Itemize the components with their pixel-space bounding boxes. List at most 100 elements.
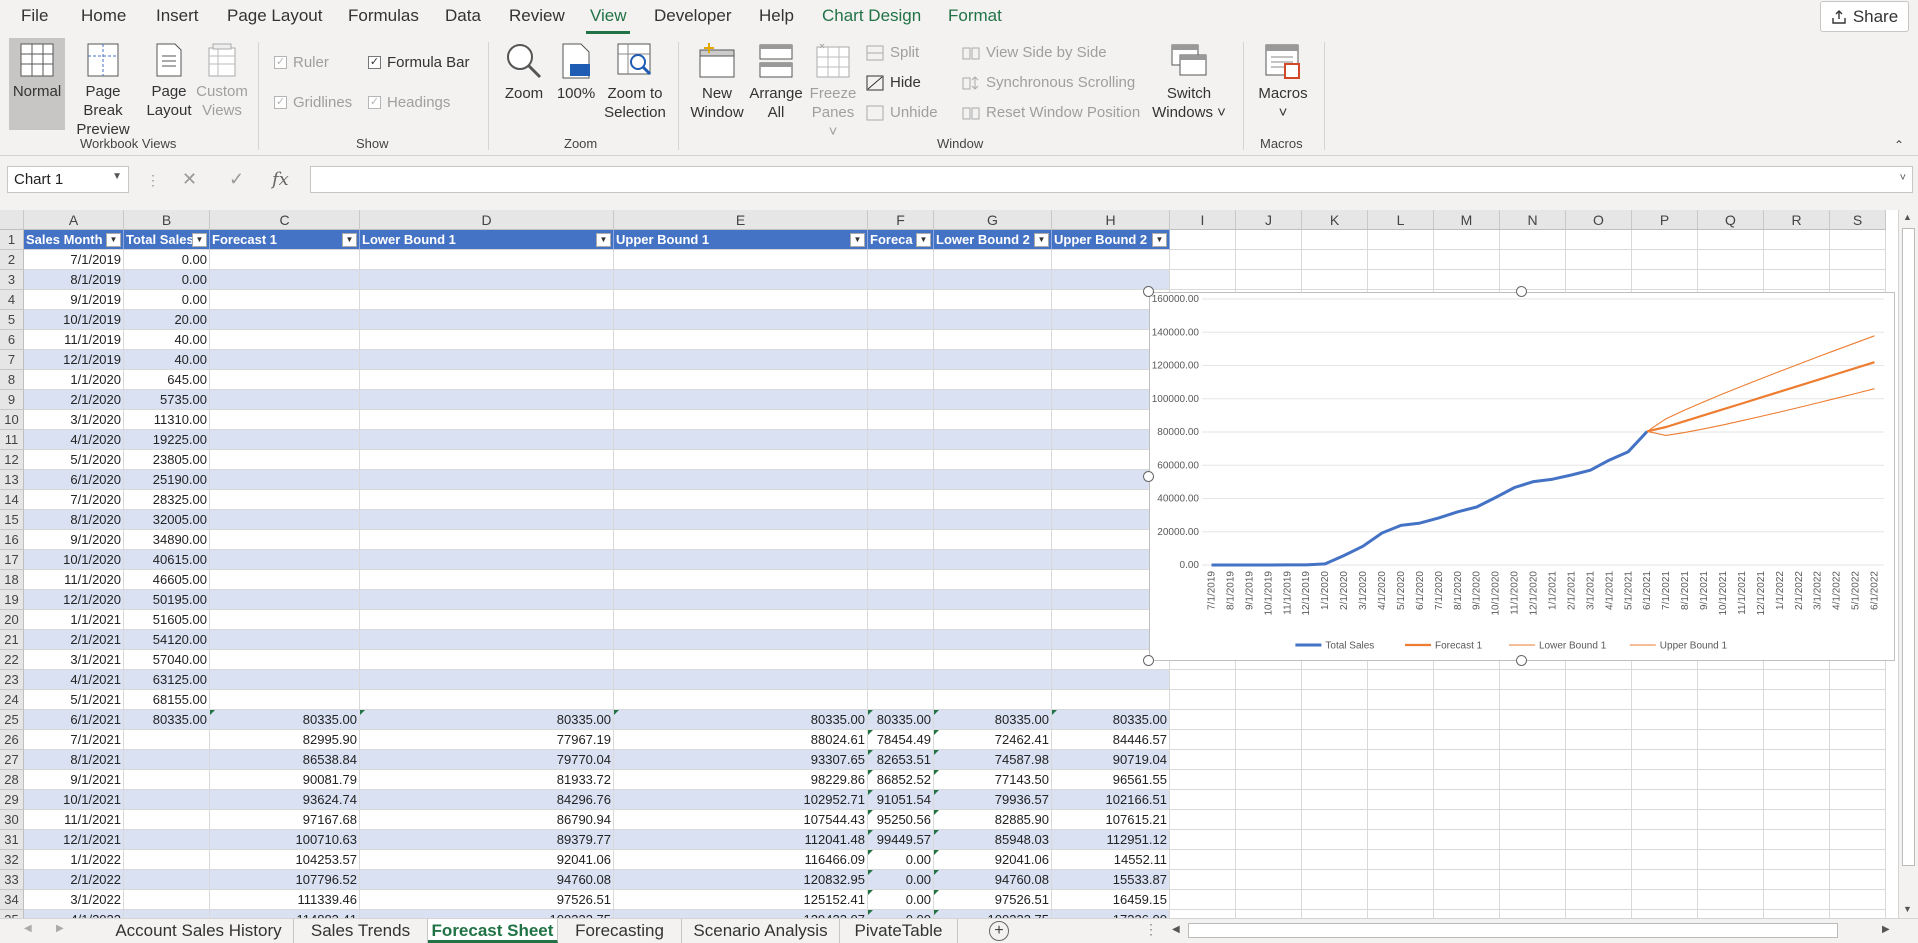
row-header[interactable]: 20 xyxy=(0,610,24,630)
table-cell[interactable]: 3/1/2020 xyxy=(24,410,124,430)
table-cell[interactable]: 10/1/2021 xyxy=(24,790,124,810)
table-cell[interactable]: 72462.41 xyxy=(934,730,1052,750)
table-cell[interactable]: 80335.00 xyxy=(124,710,210,730)
table-cell[interactable] xyxy=(1830,790,1886,810)
table-cell[interactable] xyxy=(1830,870,1886,890)
column-header[interactable]: F xyxy=(868,210,934,230)
table-cell[interactable]: 100333.75 xyxy=(360,910,614,918)
table-cell[interactable]: 2/1/2021 xyxy=(24,630,124,650)
row-header[interactable]: 31 xyxy=(0,830,24,850)
table-cell[interactable] xyxy=(1698,810,1764,830)
table-cell[interactable] xyxy=(614,490,868,510)
table-header-cell[interactable]: Total Sales ▼ xyxy=(124,230,210,250)
table-cell[interactable] xyxy=(1500,870,1566,890)
table-cell[interactable] xyxy=(1052,670,1170,690)
table-cell[interactable] xyxy=(124,750,210,770)
table-cell[interactable] xyxy=(868,450,934,470)
table-cell[interactable] xyxy=(1236,710,1302,730)
resize-handle[interactable] xyxy=(1143,286,1154,297)
table-cell[interactable] xyxy=(124,790,210,810)
table-header-cell[interactable]: Foreca ▼ xyxy=(868,230,934,250)
table-cell[interactable] xyxy=(934,310,1052,330)
table-cell[interactable] xyxy=(1170,810,1236,830)
table-cell[interactable]: 80335.00 xyxy=(614,710,868,730)
table-cell[interactable] xyxy=(1302,910,1368,918)
table-cell[interactable] xyxy=(1368,670,1434,690)
row-header[interactable]: 12 xyxy=(0,450,24,470)
table-cell[interactable] xyxy=(1368,770,1434,790)
table-cell[interactable]: 23805.00 xyxy=(124,450,210,470)
table-cell[interactable]: 6/1/2021 xyxy=(24,710,124,730)
table-cell[interactable] xyxy=(360,430,614,450)
table-header-cell[interactable]: Lower Bound 2 ▼ xyxy=(934,230,1052,250)
enter-icon[interactable]: ✓ xyxy=(229,169,244,190)
row-header[interactable]: 30 xyxy=(0,810,24,830)
table-cell[interactable] xyxy=(1236,250,1302,270)
table-cell[interactable] xyxy=(1830,710,1886,730)
table-cell[interactable]: 107544.43 xyxy=(614,810,868,830)
cancel-icon[interactable]: ✕ xyxy=(182,169,197,190)
table-cell[interactable] xyxy=(360,610,614,630)
table-cell[interactable]: 102952.71 xyxy=(614,790,868,810)
table-cell[interactable] xyxy=(360,470,614,490)
table-cell[interactable] xyxy=(1566,750,1632,770)
table-cell[interactable] xyxy=(210,610,360,630)
table-cell[interactable] xyxy=(614,590,868,610)
table-cell[interactable] xyxy=(1698,750,1764,770)
table-cell[interactable]: 7/1/2021 xyxy=(24,730,124,750)
table-cell[interactable] xyxy=(1764,250,1830,270)
row-header[interactable]: 28 xyxy=(0,770,24,790)
tab-page-layout[interactable]: Page Layout xyxy=(227,6,322,26)
tab-home[interactable]: Home xyxy=(81,6,126,26)
table-cell[interactable] xyxy=(1368,250,1434,270)
table-cell[interactable] xyxy=(614,570,868,590)
table-cell[interactable] xyxy=(1566,670,1632,690)
table-cell[interactable]: 0.00 xyxy=(124,250,210,270)
table-cell[interactable] xyxy=(1302,810,1368,830)
table-cell[interactable]: 28325.00 xyxy=(124,490,210,510)
table-cell[interactable]: 107615.21 xyxy=(1052,810,1170,830)
table-cell[interactable]: 89379.77 xyxy=(360,830,614,850)
new-window-button[interactable]: New Window xyxy=(688,42,746,122)
table-cell[interactable] xyxy=(210,290,360,310)
table-cell[interactable] xyxy=(1500,730,1566,750)
sheet-tab-forecasting[interactable]: Forecasting xyxy=(558,919,682,943)
table-cell[interactable] xyxy=(868,270,934,290)
ruler-checkbox[interactable]: ✓ Ruler xyxy=(274,54,329,71)
column-header[interactable]: S xyxy=(1830,210,1886,230)
normal-view-button[interactable]: Normal xyxy=(9,38,65,130)
table-cell[interactable]: 85948.03 xyxy=(934,830,1052,850)
table-cell[interactable] xyxy=(1632,230,1698,250)
table-cell[interactable] xyxy=(868,490,934,510)
table-cell[interactable] xyxy=(1434,690,1500,710)
table-cell[interactable] xyxy=(1170,690,1236,710)
table-cell[interactable] xyxy=(1830,670,1886,690)
chart-1[interactable]: 0.00 20000.00 40000.00 60000.00 80000.00 1000… xyxy=(1149,292,1895,661)
sheet-tab-account-sales-history[interactable]: Account Sales History xyxy=(104,919,294,943)
table-cell[interactable]: 4/1/2020 xyxy=(24,430,124,450)
table-cell[interactable] xyxy=(1500,850,1566,870)
table-cell[interactable] xyxy=(1368,830,1434,850)
table-cell[interactable] xyxy=(360,530,614,550)
table-cell[interactable] xyxy=(210,270,360,290)
table-cell[interactable]: 9/1/2021 xyxy=(24,770,124,790)
table-cell[interactable]: 32005.00 xyxy=(124,510,210,530)
table-cell[interactable] xyxy=(614,330,868,350)
table-cell[interactable] xyxy=(1698,910,1764,918)
table-cell[interactable] xyxy=(1764,710,1830,730)
table-cell[interactable] xyxy=(1302,730,1368,750)
table-cell[interactable]: 25190.00 xyxy=(124,470,210,490)
table-cell[interactable]: 81933.72 xyxy=(360,770,614,790)
table-cell[interactable] xyxy=(934,350,1052,370)
table-cell[interactable] xyxy=(1434,910,1500,918)
table-cell[interactable] xyxy=(360,450,614,470)
table-cell[interactable] xyxy=(1698,710,1764,730)
table-cell[interactable]: 40.00 xyxy=(124,330,210,350)
table-cell[interactable] xyxy=(868,330,934,350)
table-cell[interactable]: 125152.41 xyxy=(614,890,868,910)
table-cell[interactable] xyxy=(1170,230,1236,250)
table-cell[interactable]: 17336.00 xyxy=(1052,910,1170,918)
table-cell[interactable] xyxy=(1764,890,1830,910)
table-cell[interactable] xyxy=(1830,850,1886,870)
table-cell[interactable]: 94760.08 xyxy=(360,870,614,890)
